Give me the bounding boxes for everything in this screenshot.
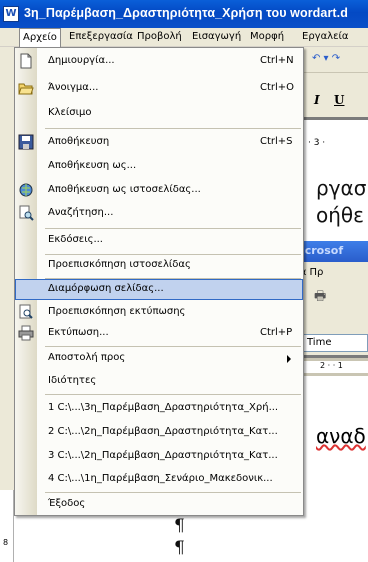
- menu-bar: Αρχείο Επεξεργασία Προβολή Εισαγωγή Μορφ…: [0, 28, 368, 47]
- vertical-ruler: 8: [0, 490, 14, 562]
- menu-item-search[interactable]: Αναζήτηση...: [15, 203, 303, 224]
- menu-item-label: Άνοιγμα...: [48, 82, 99, 93]
- menu-item-recent-file-2[interactable]: 2 C:\...\2η_Παρέμβαση_Δραστηριότητα_Κατ.…: [15, 422, 303, 443]
- menu-item-recent-file-1[interactable]: 1 C:\...\3η_Παρέμβαση_Δραστηριότητα_Χρή.…: [15, 398, 303, 419]
- vruler-mark: 8: [3, 538, 9, 547]
- ruler-marks: · 3 ·: [308, 138, 326, 148]
- doc-text-line2: οήθε: [316, 203, 364, 227]
- menu-item-label: 3 C:\...\2η_Παρέμβαση_Δραστηριότητα_Κατ.…: [48, 450, 278, 461]
- menu-item-versions[interactable]: Εκδόσεις...: [15, 230, 303, 251]
- menu-item-page-setup[interactable]: Διαμόρφωση σελίδας...: [15, 279, 303, 300]
- menu-item-recent-file-3[interactable]: 3 C:\...\2η_Παρέμβαση_Δραστηριότητα_Κατ.…: [15, 446, 303, 467]
- menu-file[interactable]: Αρχείο: [19, 28, 61, 47]
- new-document-icon: [18, 53, 34, 69]
- menu-separator: [45, 394, 301, 395]
- menu-item-label: Αποθήκευση ως...: [48, 160, 137, 171]
- menu-tools[interactable]: Εργαλεία: [302, 31, 348, 42]
- menu-separator: [45, 128, 301, 129]
- undo-icon[interactable]: ↶ ▾ ↷: [312, 53, 340, 64]
- paragraph-mark-1: ¶: [174, 516, 185, 536]
- menu-item-label: Δημιουργία...: [48, 55, 115, 66]
- menu-item-label: 2 C:\...\2η_Παρέμβαση_Δραστηριότητα_Κατ.…: [48, 426, 278, 437]
- menu-item-shortcut: Ctrl+P: [260, 327, 293, 338]
- doc-page-bottom: ¶ ¶: [14, 516, 268, 562]
- menu-separator: [45, 492, 301, 493]
- printer-icon: [18, 325, 34, 341]
- menu-item-send-to[interactable]: Αποστολή προς: [15, 348, 303, 369]
- menu-item-label: Προεπισκόπηση ιστοσελίδας: [48, 259, 191, 270]
- menu-item-web-preview[interactable]: Προεπισκόπηση ιστοσελίδας: [15, 255, 303, 276]
- menu-item-label: Ιδιότητες: [48, 375, 97, 386]
- menu-item-save-as[interactable]: Αποθήκευση ως...: [15, 156, 303, 177]
- menu-item-new[interactable]: Δημιουργία... Ctrl+N: [15, 51, 303, 72]
- menu-item-recent-file-4[interactable]: 4 C:\...\1η_Παρέμβαση_Σενάριο_Μακεδονικ.…: [15, 469, 303, 490]
- menu-item-save-as-web[interactable]: Αποθήκευση ως ιστοσελίδας...: [15, 180, 303, 201]
- search-file-icon: [18, 205, 34, 221]
- menu-insert[interactable]: Εισαγωγή: [192, 31, 241, 42]
- menu-item-shortcut: Ctrl+N: [260, 55, 294, 66]
- save-disk-icon: [18, 134, 34, 150]
- menu-item-exit[interactable]: Έξοδος: [15, 494, 303, 515]
- ruler2-marks: 2 · · 1: [320, 361, 343, 370]
- menu-item-label: Προεπισκόπηση εκτύπωσης: [48, 306, 186, 317]
- menu-edit[interactable]: Επεξεργασία: [69, 31, 133, 42]
- menu-item-properties[interactable]: Ιδιότητες: [15, 371, 303, 392]
- doc-text-line3: αναδ: [316, 424, 366, 448]
- menu-item-label: Αποθήκευση: [48, 136, 110, 147]
- menu-item-label: 1 C:\...\3η_Παρέμβαση_Δραστηριότητα_Χρή.…: [48, 402, 279, 413]
- underline-icon[interactable]: U: [334, 93, 344, 107]
- menu-item-shortcut: Ctrl+S: [260, 136, 293, 147]
- menu-item-open[interactable]: Άνοιγμα... Ctrl+O: [15, 78, 303, 99]
- menu-separator: [45, 228, 301, 229]
- menu-item-label: Διαμόρφωση σελίδας...: [48, 283, 164, 294]
- window-title: 3η_Παρέμβαση_Δραστηριότητα_Χρήση του wor…: [24, 6, 348, 20]
- italic-icon[interactable]: I: [314, 93, 320, 107]
- menu-item-label: Αναζήτηση...: [48, 207, 114, 218]
- menu-item-label: 4 C:\...\1η_Παρέμβαση_Σενάριο_Μακεδονικ.…: [48, 473, 273, 484]
- menu-item-shortcut: Ctrl+O: [260, 82, 295, 93]
- submenu-arrow-icon: [287, 355, 291, 363]
- menu-item-label: Εκδόσεις...: [48, 234, 103, 245]
- menu-item-label: Εκτύπωση...: [48, 327, 109, 338]
- print-preview-icon: [18, 304, 34, 320]
- paragraph-mark-2: ¶: [174, 538, 185, 558]
- menu-item-save[interactable]: Αποθήκευση Ctrl+S: [15, 132, 303, 153]
- menu-item-print[interactable]: Εκτύπωση... Ctrl+P: [15, 323, 303, 344]
- menu-format[interactable]: Μορφή: [250, 31, 284, 42]
- menu-item-label: Κλείσιμο: [48, 107, 92, 118]
- word-app-icon[interactable]: W: [3, 6, 19, 22]
- save-as-web-icon: [18, 182, 34, 198]
- menu-item-label: Αποθήκευση ως ιστοσελίδας...: [48, 184, 201, 195]
- menu-item-label: Έξοδος: [48, 498, 86, 509]
- open-folder-icon: [18, 80, 34, 96]
- file-menu: Δημιουργία... Ctrl+N Άνοιγμα... Ctrl+O Κ…: [14, 47, 304, 516]
- menu-separator: [45, 346, 301, 347]
- doc-text-line1: ργασ: [316, 176, 367, 200]
- left-toolbar-strip: [0, 47, 14, 490]
- menu-item-close[interactable]: Κλείσιμο: [15, 103, 303, 124]
- menu-item-print-preview[interactable]: Προεπισκόπηση εκτύπωσης: [15, 302, 303, 323]
- menu-item-label: Αποστολή προς: [48, 352, 126, 363]
- menu-view[interactable]: Προβολή: [137, 31, 182, 42]
- title-bar: W 3η_Παρέμβαση_Δραστηριότητα_Χρήση του w…: [0, 0, 368, 28]
